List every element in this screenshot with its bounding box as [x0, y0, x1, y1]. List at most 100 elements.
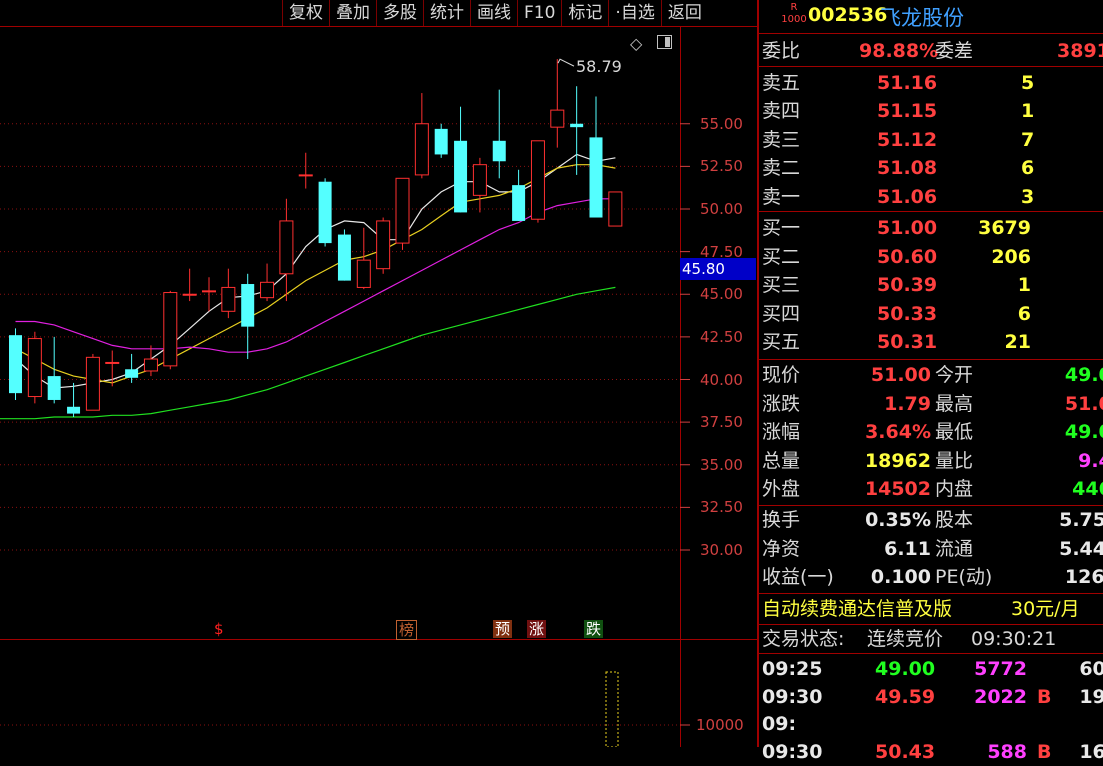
stock-code: 002536	[808, 4, 888, 26]
toolbar-button-8[interactable]: 返回	[660, 0, 708, 26]
tick-count: 1	[1049, 710, 1103, 738]
quote-value: 3.64%	[865, 421, 931, 444]
toolbar-button-2[interactable]: 多股	[376, 0, 423, 26]
ask-volume: 6	[1021, 157, 1035, 180]
ma-line-ma5	[15, 153, 616, 389]
candle-body-up	[395, 177, 410, 244]
ask-volume: 1	[1021, 100, 1035, 123]
weibi-value: 98.88%	[859, 40, 939, 62]
promo-row[interactable]: 自动续费通达信普及版 30元/月	[759, 595, 1103, 623]
tick-price: 49.59	[875, 685, 936, 708]
candle-body-up	[182, 293, 197, 296]
candle-body-down	[434, 128, 448, 155]
fundamental-value: 0.100	[870, 566, 931, 589]
ask-label: 卖一	[762, 185, 801, 208]
bid-label: 买四	[762, 302, 801, 325]
y-tick-label: 40.00	[700, 370, 743, 389]
window-toggle-icon[interactable]	[657, 35, 672, 49]
quote-value: 14502	[864, 478, 931, 501]
bid-label: 买一	[762, 217, 801, 239]
ask-price: 51.08	[877, 157, 938, 180]
tick-count: 161	[1079, 740, 1103, 763]
toolbar-button-6[interactable]: 标记	[561, 0, 608, 26]
quote-value: 4460	[1072, 478, 1103, 501]
fundamental-value: 0.35%	[865, 509, 931, 531]
weicha-value: 3891	[1057, 40, 1103, 62]
fundamental-label: PE(动)	[935, 566, 993, 589]
candle-body-up	[27, 338, 42, 398]
quote-value: 51.00	[870, 364, 931, 386]
tick-volume: 588	[987, 740, 1027, 763]
candle-body-up	[530, 140, 545, 220]
candle-body-up	[143, 358, 158, 372]
fundamental-label: 换手	[762, 509, 801, 531]
tick-price: 49.00	[875, 658, 936, 680]
candle-body-down	[9, 335, 22, 394]
tick-time: 09:30	[762, 685, 823, 708]
candle-body-up	[472, 164, 487, 196]
ask-label: 卖二	[762, 157, 801, 180]
bid-volume: 21	[1004, 331, 1031, 354]
event-marker[interactable]: 预	[493, 620, 513, 638]
quote-label: 外盘	[762, 478, 801, 501]
fundamental-label: 股本	[935, 509, 974, 531]
listing-badge: R 1000	[781, 2, 807, 26]
tick-volume: 5772	[974, 658, 1027, 680]
bid-row: 买四 50.33 6	[759, 300, 1103, 328]
quote-label: 现价	[762, 364, 801, 386]
tick-count: 191	[1079, 685, 1103, 708]
tick-row: 09:3050.43588B161	[759, 738, 1103, 766]
event-marker[interactable]: $	[212, 620, 226, 638]
ask-volume: 3	[1021, 185, 1035, 208]
toolbar-button-4[interactable]: 画线	[470, 0, 517, 26]
ask-row: 卖二 51.08 6	[759, 154, 1103, 182]
candle-body-down	[454, 140, 468, 213]
quote-label: 今开	[935, 364, 974, 386]
y-tick-label: 45.00	[700, 285, 743, 304]
promo-price[interactable]: 30元/月	[1011, 595, 1080, 623]
tick-row: 09: 1	[759, 710, 1103, 738]
y-tick-label: 32.50	[700, 498, 743, 517]
event-marker[interactable]: 跌	[584, 620, 604, 638]
y-tick-label: 50.00	[700, 200, 743, 218]
toolbar-button-0[interactable]: 复权	[282, 0, 329, 26]
bid-label: 买二	[762, 245, 801, 268]
ask-row: 卖一 51.06 3	[759, 183, 1103, 211]
fundamental-value: 5.44亿	[1059, 537, 1103, 560]
bid-row: 买五 50.31 21	[759, 328, 1103, 356]
quote-row: 现价 51.00今开 49.00	[759, 361, 1103, 389]
fundamental-label: 流通	[935, 537, 974, 560]
kline-chart[interactable]	[0, 0, 757, 747]
candle-body-up	[202, 290, 216, 293]
candle-body-down	[125, 369, 139, 378]
y-tick-label: 52.50	[700, 157, 743, 176]
ask-row: 卖三 51.12 7	[759, 126, 1103, 154]
diamond-icon[interactable]: ◇	[630, 34, 642, 53]
bid-row: 买一 51.00 3679	[759, 214, 1103, 242]
candle-body-down	[512, 185, 526, 221]
quote-label: 量比	[935, 449, 974, 472]
bid-row: 买二 50.60 206	[759, 243, 1103, 271]
event-marker[interactable]: 榜	[396, 620, 418, 640]
quote-label: 最高	[935, 392, 974, 415]
bid-volume: 206	[991, 245, 1031, 268]
ma-line-ma10	[15, 164, 616, 384]
fundamental-label: 净资	[762, 537, 801, 560]
promo-text[interactable]: 自动续费通达信普及版	[762, 595, 952, 623]
tick-time: 09:	[762, 713, 797, 735]
y-tick-label: 55.00	[700, 114, 743, 133]
ask-volume: 7	[1021, 128, 1035, 151]
bid-price: 50.39	[877, 274, 938, 297]
toolbar-button-1[interactable]: 叠加	[329, 0, 376, 26]
ask-price: 51.15	[877, 100, 938, 123]
toolbar-button-5[interactable]: F10	[517, 0, 561, 26]
top-toolbar: 复权 叠加 多股 统计 画线 F10 标记 ·自选 返回	[282, 0, 708, 26]
tick-volume: 2022	[974, 685, 1027, 708]
quote-panel: R 1000 002536 飞龙股份 委比 98.88% 委差 3891 卖五 5…	[757, 0, 1103, 763]
quote-row: 外盘 14502内盘 4460	[759, 475, 1103, 503]
toolbar-button-3[interactable]: 统计	[423, 0, 470, 26]
event-marker[interactable]: 涨	[527, 620, 547, 638]
high-price-annotation: 58.79	[576, 57, 622, 76]
toolbar-button-7[interactable]: ·自选	[608, 0, 660, 26]
quote-label: 最低	[935, 421, 974, 444]
